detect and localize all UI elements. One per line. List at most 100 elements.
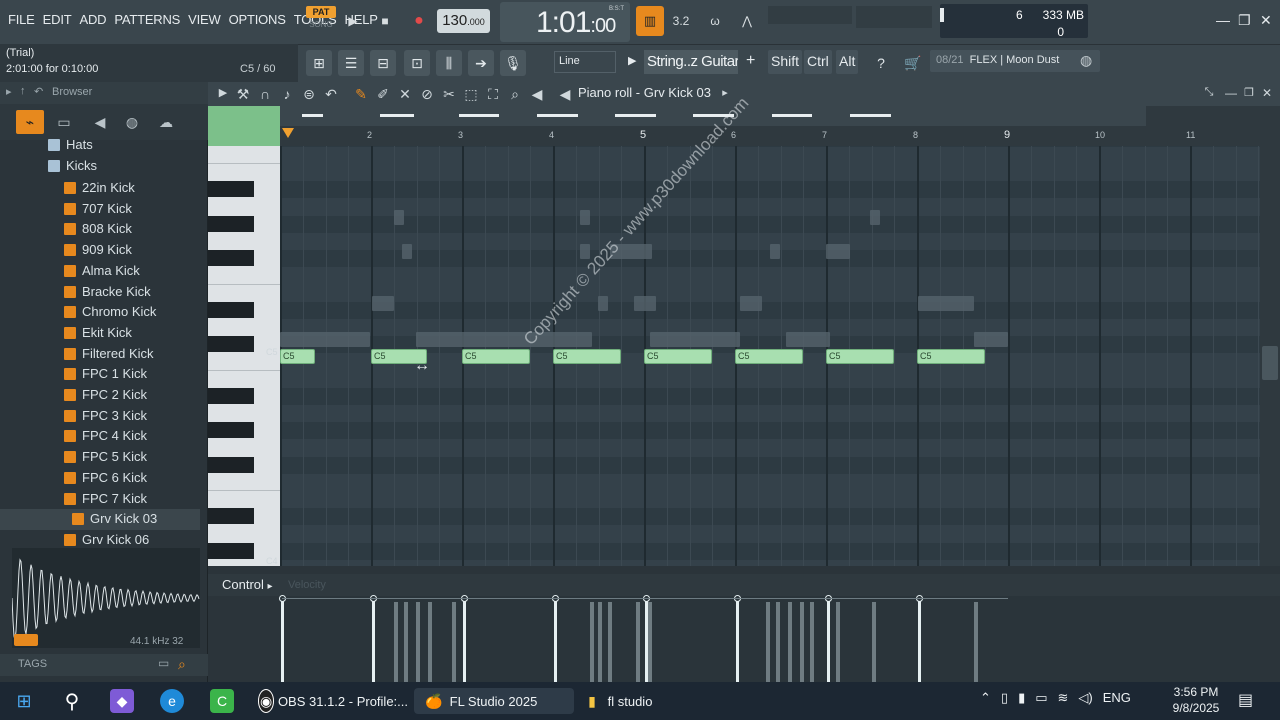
taskbar-flstudio[interactable]: 🍊 FL Studio 2025 (414, 688, 574, 714)
pencil-icon[interactable]: ✎ (352, 86, 370, 103)
browser-item[interactable]: FPC 4 Kick (0, 426, 200, 447)
black-key[interactable] (208, 387, 254, 404)
piano-note[interactable]: C5 (644, 349, 713, 364)
velocity-bar[interactable] (372, 600, 375, 682)
piano-note[interactable]: C5 (280, 349, 315, 364)
mute-tool-icon[interactable]: ⊘ (418, 86, 436, 103)
chevron-right-icon[interactable]: ▶ (628, 54, 636, 67)
browser-files-button[interactable]: ▭ (50, 110, 78, 134)
black-key[interactable] (208, 456, 254, 473)
velocity-bar[interactable] (281, 600, 284, 682)
piano-roll-corner[interactable] (208, 106, 280, 146)
restore-icon[interactable]: ❐ (1238, 12, 1251, 29)
minimize-icon[interactable]: — (1216, 12, 1230, 28)
browser-all-button[interactable]: ⌁ (16, 110, 44, 134)
velocity-lane[interactable] (279, 595, 1260, 682)
arrow-up-icon[interactable]: ↑ (20, 85, 26, 97)
undo-icon[interactable]: ↶ (322, 86, 340, 103)
browser-item[interactable]: Filtered Kick (0, 344, 200, 365)
note-icon[interactable]: ♪ (278, 86, 296, 102)
black-key[interactable] (208, 542, 254, 559)
folder-hats[interactable]: Hats (0, 135, 200, 156)
wifi-icon[interactable]: ≋ (1058, 690, 1069, 706)
chevron-up-icon[interactable]: ⌃ (980, 690, 991, 706)
velocity-bar[interactable] (736, 600, 739, 682)
piano-note[interactable]: C5 (462, 349, 531, 364)
copilot-button[interactable]: ◆ (110, 688, 134, 714)
tempo-display[interactable]: 130.000 (437, 9, 490, 33)
mic-button[interactable]: 🎙 (500, 50, 526, 76)
help-button[interactable]: ? (868, 50, 894, 76)
piano-note[interactable]: C5 (553, 349, 622, 364)
arrow-button[interactable]: ➔ (468, 50, 494, 76)
black-key[interactable] (208, 215, 254, 232)
start-button[interactable]: ⊞ (12, 688, 36, 714)
piano-note[interactable]: C5 (917, 349, 986, 364)
taskbar-obs[interactable]: ◉ OBS 31.1.2 - Profile:... (258, 688, 408, 714)
speaker-tool-icon[interactable]: ◀ (528, 86, 546, 103)
search-button[interactable]: ⚲ (60, 688, 84, 714)
step-edit-button[interactable]: 3.2 (668, 8, 694, 34)
pr-restore-icon[interactable]: ❐ (1240, 86, 1258, 99)
plus-icon[interactable]: + (746, 52, 755, 70)
play-button[interactable]: ▶ (340, 8, 366, 34)
shift-key[interactable]: Shift (768, 50, 803, 74)
delete-tool-icon[interactable]: ✕ (396, 86, 414, 103)
browser-item[interactable]: Chromo Kick (0, 302, 200, 323)
browser-item[interactable]: 808 Kick (0, 219, 200, 240)
stop-button[interactable]: ■ (372, 8, 398, 34)
folder-small-icon[interactable]: ▭ (158, 656, 169, 670)
nav-arrows-icon[interactable]: ◀ (556, 86, 574, 103)
alt-key[interactable]: Alt (836, 50, 859, 74)
channel-rack-button[interactable]: ☰ (338, 50, 364, 76)
zoom-icon[interactable]: ⌕ (506, 86, 524, 103)
notification-icon[interactable]: ▤ (1238, 690, 1253, 710)
browser-item[interactable]: FPC 2 Kick (0, 385, 200, 406)
browser-item[interactable]: FPC 5 Kick (0, 447, 200, 468)
menu-add[interactable]: ADD (75, 12, 110, 27)
expand-icon[interactable]: ⤡ (1200, 86, 1218, 99)
browser-item[interactable]: 707 Kick (0, 199, 200, 220)
browser-item[interactable]: Grv Kick 06 (0, 530, 200, 551)
taskbar-folder[interactable]: ▮ fl studio (580, 688, 680, 714)
time-display[interactable]: 1:01:00 B:S:T (500, 2, 630, 42)
browser-cloud-button[interactable]: ☁ (152, 110, 180, 134)
close-icon[interactable]: ✕ (1260, 12, 1272, 29)
scrollbar-thumb[interactable] (1262, 346, 1278, 380)
news-ticker[interactable]: 08/21 FLEX | Moon Dust (930, 50, 1100, 72)
velocity-bar[interactable] (918, 600, 921, 682)
slice-icon[interactable]: ✂ (440, 86, 458, 103)
menu-edit[interactable]: EDIT (39, 12, 76, 27)
metronome-button[interactable]: ⋀ (734, 8, 760, 34)
pat-song-toggle[interactable]: PAT SONG (306, 6, 336, 34)
magnet-icon[interactable]: ∩ (256, 86, 274, 102)
globe-icon[interactable]: ◍ (1080, 52, 1092, 69)
wrench-icon[interactable]: ⚒ (234, 86, 252, 103)
store-button[interactable]: 🛒 (900, 50, 926, 76)
velocity-bar[interactable] (827, 600, 830, 682)
black-key[interactable] (208, 250, 254, 267)
folder-kicks[interactable]: Kicks (0, 156, 200, 177)
browser-button[interactable]: ⊡ (404, 50, 430, 76)
piano-roll-button[interactable]: ⊟ (370, 50, 396, 76)
search-icon[interactable]: ⌕ (178, 656, 186, 673)
playlist-button[interactable]: ⊞ (306, 50, 332, 76)
vertical-scrollbar[interactable] (1260, 106, 1280, 566)
wait-input-button[interactable]: ω (702, 8, 728, 34)
back-icon[interactable]: ↶ (34, 85, 43, 98)
menu-options[interactable]: OPTIONS (225, 12, 290, 27)
black-key[interactable] (208, 301, 254, 318)
browser-online-button[interactable]: ◍ (118, 110, 146, 134)
black-key[interactable] (208, 181, 254, 198)
clock[interactable]: 3:56 PM 9/8/2025 (1164, 684, 1228, 716)
typing-keyboard-button[interactable]: ▥ (636, 6, 664, 36)
chevron-right-icon[interactable]: ▶ (214, 86, 232, 99)
menu-view[interactable]: VIEW (184, 12, 224, 27)
menu-patterns[interactable]: PATTERNS (110, 12, 184, 27)
edge-button[interactable]: e (160, 688, 184, 714)
black-key[interactable] (208, 508, 254, 525)
mic-tray-icon[interactable]: ▮ (1018, 690, 1025, 706)
black-key[interactable] (208, 422, 254, 439)
browser-item[interactable]: 909 Kick (0, 240, 200, 261)
piano-note[interactable]: C5 (826, 349, 895, 364)
